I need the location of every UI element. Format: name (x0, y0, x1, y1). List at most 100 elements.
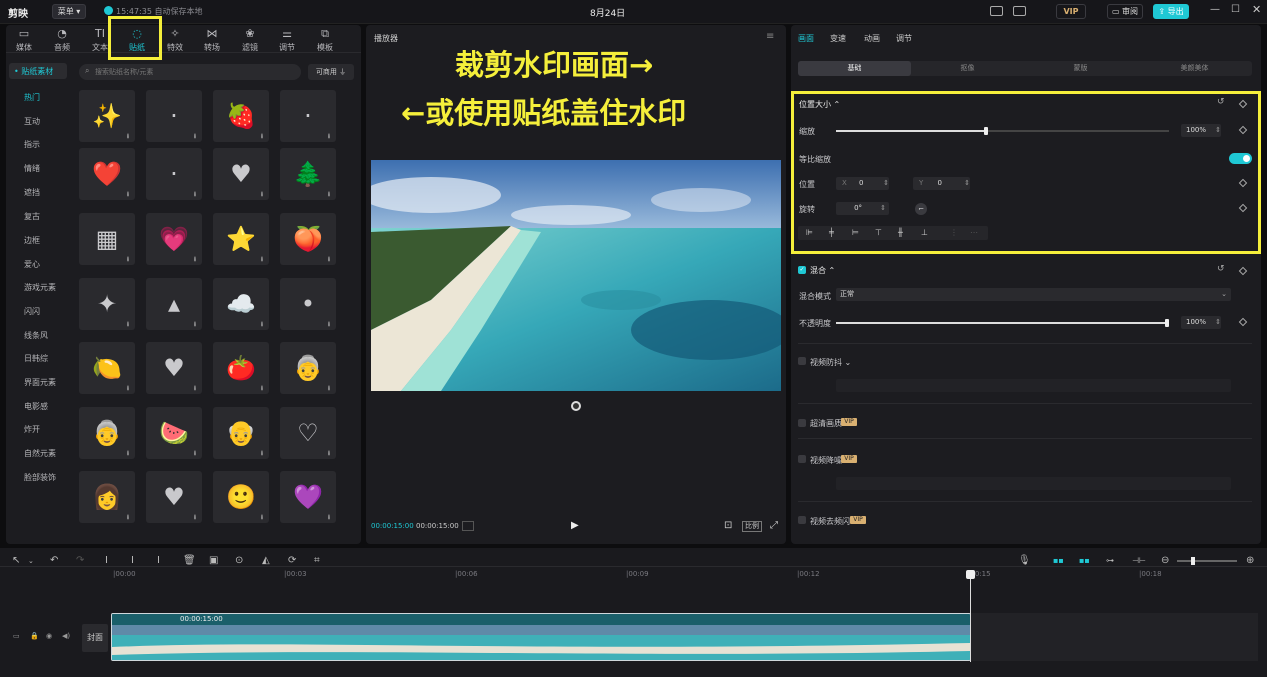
undo-icon[interactable]: ↶ (50, 555, 58, 566)
download-icon[interactable]: ⭳ (258, 449, 266, 457)
tab-audio[interactable]: ◔ 音频 (45, 27, 79, 53)
commercial-filter-button[interactable]: 可商用 ⏚ (308, 64, 354, 80)
lock-icon[interactable]: 🔒 (30, 632, 39, 640)
category-item[interactable]: 游戏元素 (24, 282, 56, 293)
sticker-tile[interactable]: · ⭳ (280, 90, 336, 142)
category-item[interactable]: 电影感 (24, 401, 48, 412)
sticker-tile[interactable]: 🍅 ⭳ (213, 342, 269, 394)
split-right-icon[interactable]: I (157, 555, 160, 566)
microphone-icon[interactable]: 🎙 (1018, 555, 1031, 566)
preview-axis-icon[interactable]: ⊣⊢ (1132, 556, 1146, 565)
category-item[interactable]: 边框 (24, 235, 40, 246)
player-menu-icon[interactable]: ≡ (766, 31, 774, 42)
keyframe-icon[interactable] (1238, 266, 1248, 276)
mirror-icon[interactable]: ◭ (262, 555, 270, 566)
subtab-cutout[interactable]: 抠像 (911, 61, 1024, 76)
layout-icon[interactable] (1013, 6, 1026, 16)
download-icon[interactable]: ⭳ (325, 255, 333, 263)
category-sticker-material[interactable]: • 贴纸素材 (9, 63, 67, 79)
sticker-tile[interactable]: ♡ ⭳ (280, 407, 336, 459)
download-icon[interactable]: ⭳ (325, 132, 333, 140)
sticker-tile[interactable]: 🍉 ⭳ (146, 407, 202, 459)
category-item[interactable]: 炸开 (24, 424, 40, 435)
export-button[interactable]: ⇪ 导出 (1153, 4, 1189, 19)
rotate-icon[interactable]: ⟳ (288, 555, 296, 566)
category-item[interactable]: 闪闪 (24, 306, 40, 317)
fullscreen-icon[interactable]: ⤢ (770, 520, 778, 531)
tab-effects[interactable]: ✧ 特效 (158, 27, 192, 53)
sticker-tile[interactable]: ♥ ⭳ (146, 471, 202, 523)
sticker-tile[interactable]: ⭐ ⭳ (213, 213, 269, 265)
stabilize-checkbox[interactable] (798, 357, 806, 365)
download-icon[interactable]: ⭳ (191, 132, 199, 140)
fullscreen-fit-icon[interactable]: ⊡ (724, 520, 732, 531)
category-item[interactable]: 复古 (24, 211, 40, 222)
tab-speed[interactable]: 变速 (830, 33, 846, 44)
sticker-tile[interactable]: ▴ ⭳ (146, 278, 202, 330)
zoom-out-icon[interactable]: ⊖ (1161, 555, 1169, 566)
cover-button[interactable]: 封面 (82, 624, 108, 652)
tab-adjust[interactable]: ⚌ 调节 (270, 27, 304, 53)
sticker-tile[interactable]: 🍑 ⭳ (280, 213, 336, 265)
sticker-tile[interactable]: 🙂 ⭳ (213, 471, 269, 523)
download-icon[interactable]: ⭳ (325, 190, 333, 198)
category-item[interactable]: 自然元素 (24, 448, 56, 459)
download-icon[interactable]: ⭳ (191, 449, 199, 457)
download-icon[interactable]: ⭳ (258, 255, 266, 263)
download-icon[interactable]: ⭳ (325, 449, 333, 457)
download-icon[interactable]: ⭳ (325, 513, 333, 521)
chevron-down-icon[interactable]: ⌄ (28, 557, 34, 565)
opacity-slider[interactable] (836, 319, 1169, 327)
download-icon[interactable]: ⭳ (124, 449, 132, 457)
denoise-checkbox[interactable] (798, 455, 806, 463)
menu-button[interactable]: 菜单 ▾ (52, 4, 86, 19)
download-icon[interactable]: ⭳ (258, 320, 266, 328)
sticker-tile[interactable]: ✦ ⭳ (79, 278, 135, 330)
download-icon[interactable]: ⭳ (258, 190, 266, 198)
video-preview[interactable] (371, 160, 781, 391)
download-icon[interactable]: ⭳ (124, 132, 132, 140)
split-icon[interactable]: I (105, 555, 108, 566)
vip-button[interactable]: VIP (1056, 4, 1086, 19)
auto-snap-icon[interactable]: ▪▪ (1079, 556, 1090, 565)
tab-filter[interactable]: ❀ 滤镜 (233, 27, 267, 53)
sticker-tile[interactable]: 👩 ⭳ (79, 471, 135, 523)
sticker-tile[interactable]: 💗 ⭳ (146, 213, 202, 265)
download-icon[interactable]: ⭳ (258, 132, 266, 140)
category-item[interactable]: 日韩综 (24, 353, 48, 364)
category-item[interactable]: 脸部装饰 (24, 472, 56, 483)
sticker-tile[interactable]: · ⭳ (146, 90, 202, 142)
opacity-slider-knob[interactable] (1165, 319, 1169, 327)
crop-icon[interactable]: ⌗ (314, 555, 320, 566)
download-icon[interactable]: ⭳ (124, 384, 132, 392)
tab-media[interactable]: ▭ 媒体 (7, 27, 41, 53)
reset-icon[interactable]: ↺ (1217, 264, 1225, 274)
tab-picture[interactable]: 画面 (798, 33, 814, 44)
download-icon[interactable]: ⭳ (124, 320, 132, 328)
review-button[interactable]: ▭ 审阅 (1107, 4, 1143, 19)
opacity-input[interactable]: 100% ⇕ (1181, 316, 1221, 329)
blend-mode-select[interactable]: 正常 ⌄ (836, 288, 1231, 301)
hd-checkbox[interactable] (798, 419, 806, 427)
zoom-slider-knob[interactable] (1191, 557, 1195, 565)
category-item[interactable]: 爱心 (24, 259, 40, 270)
download-icon[interactable]: ⭳ (124, 513, 132, 521)
sticker-tile[interactable]: 🍓 ⭳ (213, 90, 269, 142)
category-item[interactable]: 指示 (24, 139, 40, 150)
sticker-tile[interactable]: 💜 ⭳ (280, 471, 336, 523)
keyboard-icon[interactable] (990, 6, 1003, 16)
sticker-tile[interactable]: 👵 ⭳ (280, 342, 336, 394)
freeze-icon[interactable]: ▣ (209, 555, 218, 566)
category-item[interactable]: 线条风 (24, 330, 48, 341)
subtab-beauty[interactable]: 美颜美体 (1137, 61, 1252, 76)
link-icon[interactable]: ⊶ (1106, 556, 1114, 565)
download-icon[interactable]: ⭳ (258, 384, 266, 392)
minimize-icon[interactable]: — (1210, 4, 1220, 15)
play-icon[interactable]: ▶ (571, 520, 579, 531)
download-icon[interactable]: ⭳ (191, 190, 199, 198)
volume-icon[interactable]: ◀) (62, 632, 70, 640)
sticker-tile[interactable]: · ⭳ (146, 148, 202, 200)
download-icon[interactable]: ⭳ (124, 255, 132, 263)
download-icon[interactable]: ⭳ (191, 255, 199, 263)
split-left-icon[interactable]: I (131, 555, 134, 566)
